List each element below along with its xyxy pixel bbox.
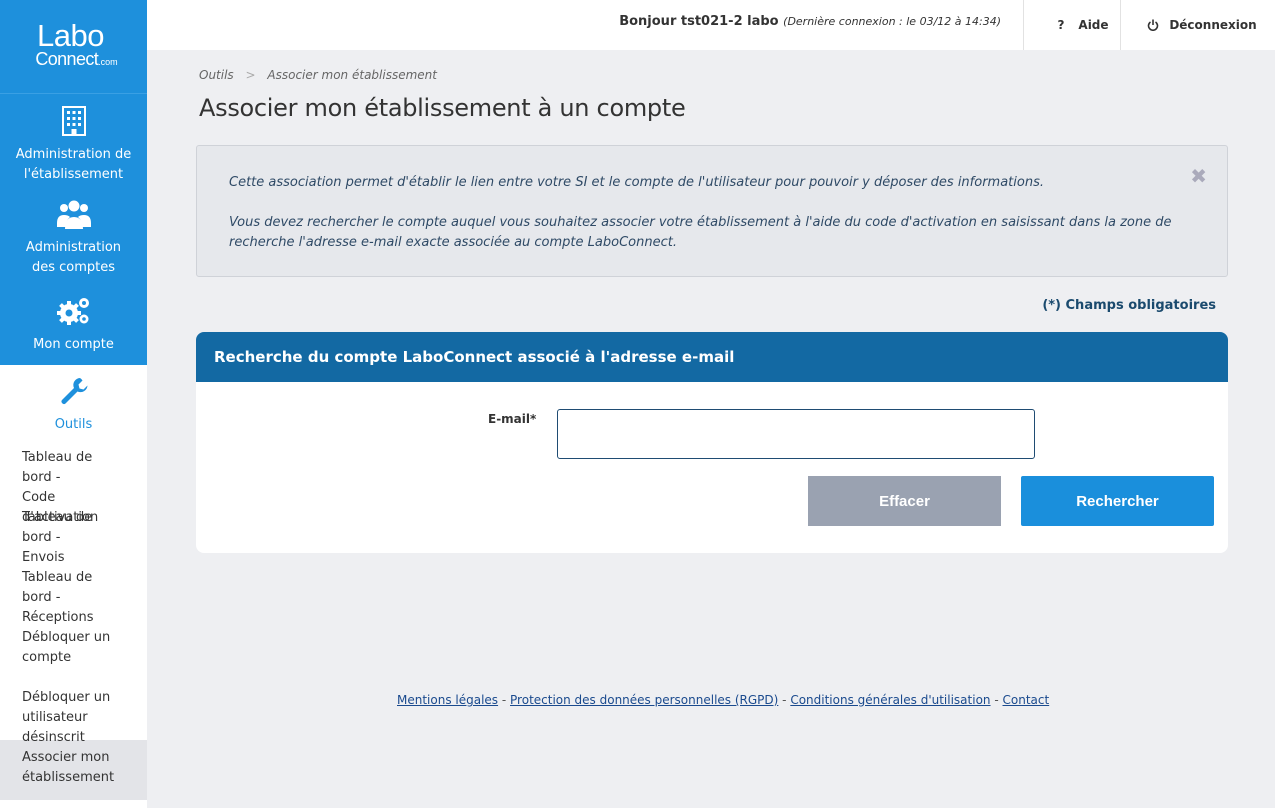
sidebar-item-label: Débloquer un bbox=[22, 690, 111, 705]
sidebar-item-tableau-receptions[interactable]: Tableau de bord - Réceptions bbox=[0, 560, 147, 625]
building-icon bbox=[61, 105, 86, 143]
logout-button[interactable]: Déconnexion bbox=[1137, 0, 1267, 50]
info-paragraph: Vous devez rechercher le compte auquel v… bbox=[229, 215, 1172, 250]
logo-line1: Labo bbox=[37, 18, 104, 53]
sidebar-item-label: Débloquer un bbox=[22, 630, 111, 645]
sidebar-item-associer-etablissement[interactable]: Associer mon établissement bbox=[0, 740, 147, 800]
sidebar-item-administration-comptes[interactable]: Administration des comptes bbox=[0, 190, 147, 286]
breadcrumb-outils[interactable]: Outils bbox=[199, 68, 234, 82]
divider bbox=[1023, 0, 1024, 50]
gears-icon bbox=[56, 296, 91, 333]
sidebar-item-label: Tableau de bord - bbox=[22, 510, 93, 545]
sidebar: Labo Connect.com Administration de l'éta… bbox=[0, 0, 147, 808]
clear-button[interactable]: Effacer bbox=[808, 476, 1001, 526]
sidebar-item-tableau-envois[interactable]: Tableau de bord - Envois bbox=[0, 500, 147, 565]
sidebar-item-label: l'établissement bbox=[23, 166, 124, 182]
sidebar-item-tableau-code-activation[interactable]: Tableau de bord - Code d'activation bbox=[0, 440, 147, 525]
help-icon: ? bbox=[1057, 18, 1065, 32]
help-label: Aide bbox=[1078, 18, 1109, 32]
footer-link-contact[interactable]: Contact bbox=[1003, 693, 1050, 707]
sidebar-item-label: établissement bbox=[22, 770, 115, 785]
form-title: Recherche du compte LaboConnect associé … bbox=[196, 332, 1228, 382]
sidebar-item-administration-etablissement[interactable]: Administration de l'établissement bbox=[0, 94, 147, 190]
sidebar-item-outils[interactable]: Outils bbox=[0, 365, 147, 440]
search-button[interactable]: Rechercher bbox=[1021, 476, 1214, 526]
sidebar-item-label: Mon compte bbox=[33, 337, 114, 352]
breadcrumb: Outils > Associer mon établissement bbox=[199, 68, 437, 82]
footer-separator: - bbox=[778, 693, 791, 707]
sidebar-item-label: Tableau de bord - bbox=[22, 570, 93, 605]
divider bbox=[1120, 0, 1121, 50]
topbar: Bonjour tst021-2 labo (Dernière connexio… bbox=[147, 0, 1275, 50]
sidebar-item-label: Administration de bbox=[15, 146, 132, 162]
footer-separator: - bbox=[990, 693, 1003, 707]
greeting: Bonjour tst021-2 labo (Dernière connexio… bbox=[619, 14, 1001, 29]
page-title: Associer mon établissement à un compte bbox=[199, 94, 686, 122]
footer-link-rgpd[interactable]: Protection des données personnelles (RGP… bbox=[510, 693, 778, 707]
footer-separator: - bbox=[498, 693, 511, 707]
required-fields-note: (*) Champs obligatoires bbox=[1042, 298, 1216, 313]
help-button[interactable]: ? Aide bbox=[1045, 0, 1121, 50]
sidebar-item-label: Administration bbox=[25, 239, 122, 255]
sidebar-item-label: compte bbox=[22, 650, 72, 665]
sidebar-item-label: des comptes bbox=[31, 259, 116, 275]
info-alert: ✖ Cette association permet d'établir le … bbox=[196, 145, 1228, 277]
sidebar-item-debloquer-utilisateur[interactable]: Débloquer un utilisateur désinscrit bbox=[0, 680, 147, 745]
search-form-card: Recherche du compte LaboConnect associé … bbox=[196, 332, 1228, 553]
sidebar-item-label: Outils bbox=[54, 417, 93, 432]
email-label: E-mail* bbox=[488, 412, 537, 426]
logo-line2: Connect.com bbox=[35, 49, 118, 69]
footer: Mentions légales - Protection des donnée… bbox=[397, 693, 1049, 707]
logout-label: Déconnexion bbox=[1169, 18, 1257, 32]
email-field[interactable] bbox=[557, 409, 1035, 459]
footer-link-mentions-legales[interactable]: Mentions légales bbox=[397, 693, 498, 707]
sidebar-item-label: Tableau de bord - bbox=[22, 450, 93, 485]
wrench-icon bbox=[59, 376, 89, 413]
sidebar-item-label: Associer mon bbox=[22, 750, 110, 765]
footer-link-cgu[interactable]: Conditions générales d'utilisation bbox=[790, 693, 990, 707]
users-icon bbox=[56, 199, 91, 236]
breadcrumb-separator: > bbox=[245, 68, 256, 82]
laboconnect-logo[interactable]: Labo Connect.com bbox=[0, 0, 147, 94]
info-paragraph: Cette association permet d'établir le li… bbox=[229, 175, 1044, 190]
close-icon[interactable]: ✖ bbox=[1190, 166, 1207, 186]
sidebar-item-debloquer-compte[interactable]: Débloquer un compte bbox=[0, 620, 147, 680]
last-login-text: (Dernière connexion : le 03/12 à 14:34) bbox=[783, 15, 1001, 28]
breadcrumb-current: Associer mon établissement bbox=[267, 68, 437, 82]
power-icon bbox=[1147, 19, 1159, 31]
greeting-text: Bonjour tst021-2 labo bbox=[619, 14, 779, 29]
sidebar-item-mon-compte[interactable]: Mon compte bbox=[0, 286, 147, 365]
